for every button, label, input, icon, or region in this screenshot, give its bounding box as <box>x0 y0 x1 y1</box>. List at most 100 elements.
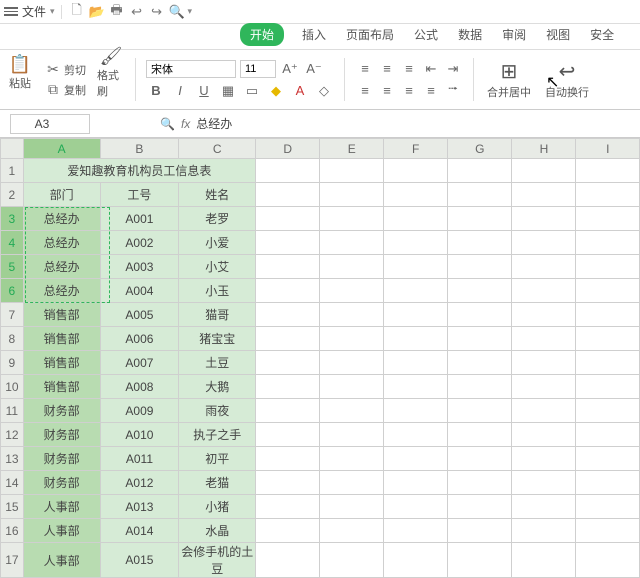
cell[interactable] <box>320 183 384 207</box>
cell[interactable] <box>320 207 384 231</box>
cell[interactable] <box>384 303 448 327</box>
cell[interactable]: 会修手机的土豆 <box>179 543 256 578</box>
row-header[interactable]: 9 <box>1 351 24 375</box>
row-header[interactable]: 3 <box>1 207 24 231</box>
cell[interactable]: 销售部 <box>23 351 100 375</box>
spreadsheet[interactable]: A B C D E F G H I 1爱知趣教育机构员工信息表2部门工号姓名3总… <box>0 138 640 578</box>
cell[interactable] <box>384 543 448 578</box>
align-middle-button[interactable]: ≡ <box>377 59 397 79</box>
cell[interactable] <box>448 279 512 303</box>
cell[interactable]: A007 <box>100 351 179 375</box>
cell[interactable]: A011 <box>100 447 179 471</box>
cell[interactable] <box>576 159 640 183</box>
cell[interactable] <box>256 399 320 423</box>
paste-button[interactable]: 📋 粘贴 <box>6 54 34 90</box>
qat-zoom-icon[interactable]: 🔍 <box>168 3 186 21</box>
cell[interactable] <box>320 279 384 303</box>
cell[interactable]: 总经办 <box>23 255 100 279</box>
cell[interactable] <box>320 159 384 183</box>
cell[interactable] <box>384 447 448 471</box>
cell[interactable] <box>256 207 320 231</box>
col-header-I[interactable]: I <box>576 139 640 159</box>
cell[interactable]: 小玉 <box>179 279 256 303</box>
cell[interactable]: 财务部 <box>23 399 100 423</box>
tab-security[interactable]: 安全 <box>588 22 616 49</box>
qat-new-icon[interactable]: 🗋 <box>68 3 86 21</box>
cell[interactable] <box>384 207 448 231</box>
row-header[interactable]: 10 <box>1 375 24 399</box>
row-header[interactable]: 1 <box>1 159 24 183</box>
cell[interactable] <box>448 543 512 578</box>
align-right-button[interactable]: ≡ <box>399 81 419 101</box>
cell[interactable]: A006 <box>100 327 179 351</box>
cell[interactable] <box>512 375 576 399</box>
cell[interactable] <box>448 375 512 399</box>
cell[interactable] <box>384 351 448 375</box>
row-header[interactable]: 13 <box>1 447 24 471</box>
cell[interactable] <box>384 399 448 423</box>
fontcolor-button[interactable]: A <box>290 81 310 101</box>
cell[interactable] <box>576 303 640 327</box>
cell[interactable]: 猫哥 <box>179 303 256 327</box>
align-justify-button[interactable]: ≡ <box>421 81 441 101</box>
cell[interactable] <box>576 543 640 578</box>
cell[interactable] <box>320 255 384 279</box>
cell[interactable] <box>512 471 576 495</box>
cell[interactable] <box>384 159 448 183</box>
cell[interactable]: A002 <box>100 231 179 255</box>
cell[interactable] <box>256 375 320 399</box>
cell[interactable] <box>576 183 640 207</box>
cell[interactable] <box>320 447 384 471</box>
cell[interactable] <box>576 231 640 255</box>
italic-button[interactable]: I <box>170 81 190 101</box>
qat-print-icon[interactable]: 🖶 <box>108 3 126 21</box>
cell[interactable] <box>448 447 512 471</box>
chevron-down-icon[interactable]: ▾ <box>188 6 193 17</box>
qat-undo-icon[interactable]: ↩ <box>128 3 146 21</box>
cell[interactable] <box>576 375 640 399</box>
cell[interactable] <box>256 351 320 375</box>
cell[interactable]: A009 <box>100 399 179 423</box>
cell[interactable]: 总经办 <box>23 207 100 231</box>
cell[interactable] <box>576 255 640 279</box>
cell[interactable] <box>384 495 448 519</box>
underline-button[interactable]: U <box>194 81 214 101</box>
wrap-text-button[interactable]: ↩ 自动换行 <box>542 54 592 105</box>
name-box[interactable]: A3 <box>10 114 90 134</box>
tab-data[interactable]: 数据 <box>456 22 484 49</box>
cell[interactable] <box>448 423 512 447</box>
cell[interactable] <box>512 423 576 447</box>
cell[interactable]: 小艾 <box>179 255 256 279</box>
cell[interactable]: 老罗 <box>179 207 256 231</box>
cell[interactable]: 部门 <box>23 183 100 207</box>
cell[interactable] <box>256 471 320 495</box>
cell[interactable]: 雨夜 <box>179 399 256 423</box>
cell[interactable] <box>320 423 384 447</box>
row-header[interactable]: 4 <box>1 231 24 255</box>
cell[interactable] <box>320 231 384 255</box>
orientation-button[interactable]: ⭬ <box>443 81 463 101</box>
file-menu[interactable]: 文件 <box>22 3 46 20</box>
cell[interactable]: 小猪 <box>179 495 256 519</box>
tab-pagelayout[interactable]: 页面布局 <box>344 22 396 49</box>
zoom-icon[interactable]: 🔍 <box>160 117 175 131</box>
cell[interactable] <box>256 495 320 519</box>
cell[interactable] <box>320 543 384 578</box>
col-header-C[interactable]: C <box>179 139 256 159</box>
row-header[interactable]: 11 <box>1 399 24 423</box>
cellstyle-button[interactable]: ▭ <box>242 81 262 101</box>
row-header[interactable]: 14 <box>1 471 24 495</box>
increase-font-button[interactable]: A⁺ <box>280 59 300 79</box>
cell[interactable] <box>448 471 512 495</box>
cell[interactable] <box>384 231 448 255</box>
cell[interactable] <box>512 495 576 519</box>
tab-start[interactable]: 开始 <box>240 23 284 46</box>
indent-inc-button[interactable]: ⇥ <box>443 59 463 79</box>
format-painter-button[interactable]: 🖌 格式刷 <box>97 54 125 90</box>
cell[interactable]: 小爱 <box>179 231 256 255</box>
cell[interactable] <box>384 255 448 279</box>
cell[interactable]: 财务部 <box>23 423 100 447</box>
clear-button[interactable]: ◇ <box>314 81 334 101</box>
cell[interactable] <box>512 183 576 207</box>
cell[interactable] <box>320 399 384 423</box>
